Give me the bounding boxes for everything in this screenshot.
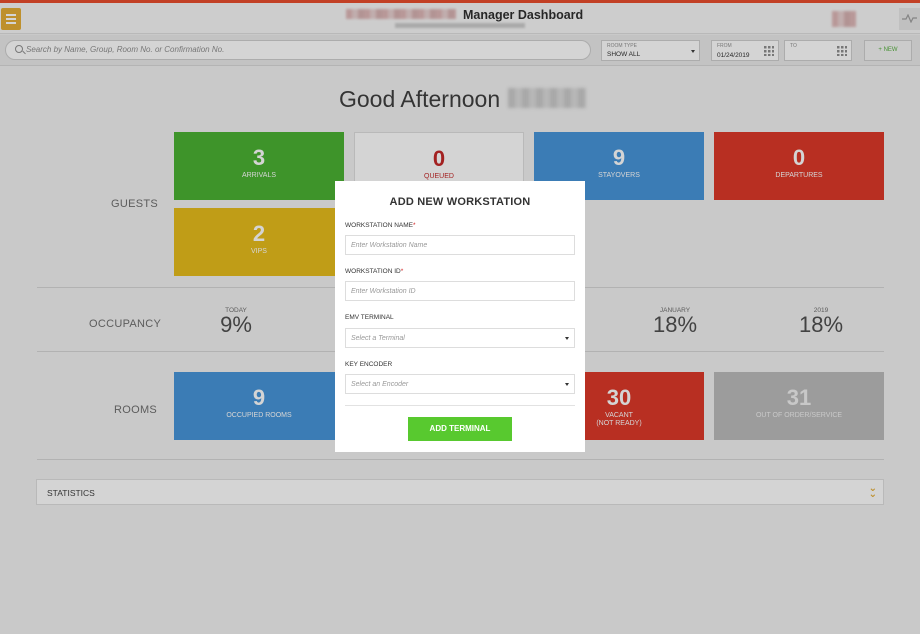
chevron-down-icon — [565, 337, 569, 340]
workstation-name-placeholder: Enter Workstation Name — [351, 242, 428, 249]
modal-title: ADD NEW WORKSTATION — [389, 196, 531, 208]
workstation-name-label: WORKSTATION NAME* — [345, 222, 416, 229]
emv-terminal-placeholder: Select a Terminal — [351, 335, 405, 342]
key-encoder-placeholder: Select an Encoder — [351, 381, 409, 388]
emv-terminal-label: EMV TERMINAL — [345, 314, 394, 321]
workstation-name-label-text: WORKSTATION NAME — [345, 222, 414, 229]
modal-divider — [345, 405, 575, 406]
add-workstation-modal: ADD NEW WORKSTATION WORKSTATION NAME* En… — [335, 181, 585, 452]
chevron-down-icon — [565, 383, 569, 386]
workstation-id-label-text: WORKSTATION ID — [345, 268, 401, 275]
workstation-id-placeholder: Enter Workstation ID — [351, 288, 416, 295]
workstation-name-input[interactable]: Enter Workstation Name — [345, 235, 575, 255]
workstation-id-input[interactable]: Enter Workstation ID — [345, 281, 575, 301]
required-mark: * — [413, 222, 416, 229]
required-mark: * — [400, 268, 404, 275]
workstation-id-label: WORKSTATION ID* — [345, 268, 403, 275]
key-encoder-select[interactable]: Select an Encoder — [345, 374, 575, 394]
key-encoder-label: KEY ENCODER — [345, 361, 393, 368]
add-terminal-button[interactable]: ADD TERMINAL — [408, 417, 512, 441]
emv-terminal-select[interactable]: Select a Terminal — [345, 328, 575, 348]
